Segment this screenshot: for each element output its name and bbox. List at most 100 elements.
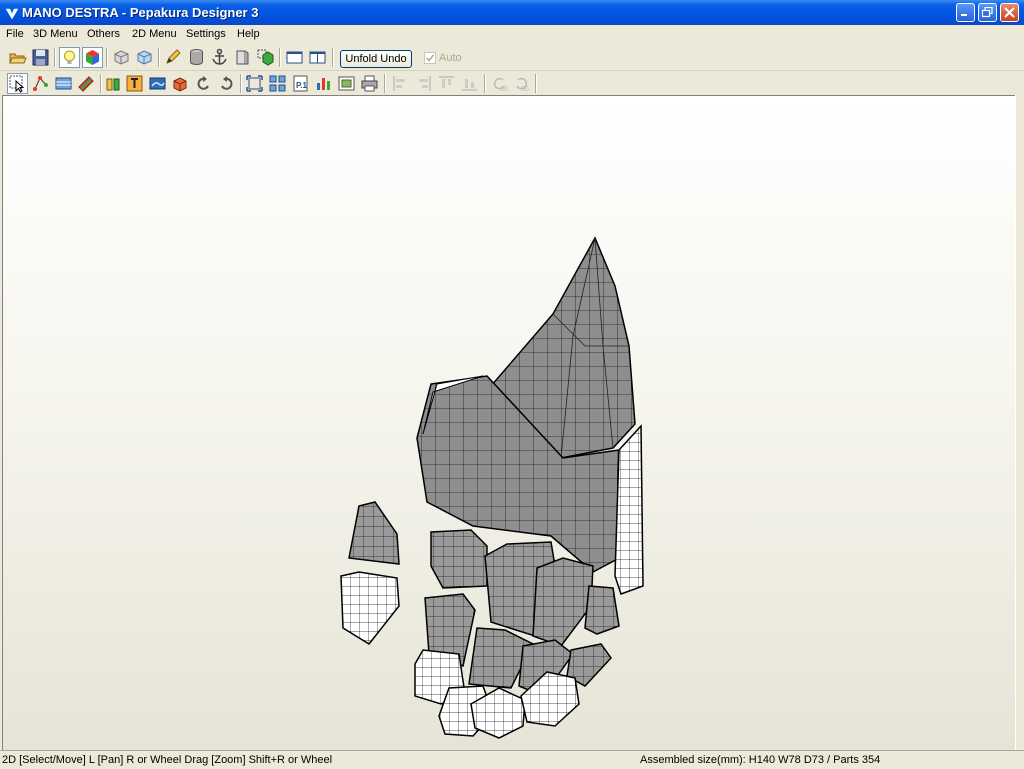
cube-button[interactable] xyxy=(255,47,276,68)
texture-button[interactable] xyxy=(82,47,103,68)
anchor-button[interactable] xyxy=(209,47,230,68)
toolbar-separator xyxy=(54,48,56,67)
maximize-button[interactable] xyxy=(978,3,997,22)
print-area-icon xyxy=(55,77,72,90)
toolbar-separator xyxy=(484,74,486,93)
side-view-button[interactable] xyxy=(134,47,155,68)
menu-2d[interactable]: 2D Menu xyxy=(132,28,177,40)
vertical-scrollbar[interactable] xyxy=(1015,95,1024,750)
toolbar-separator xyxy=(279,48,281,67)
single-view-icon xyxy=(286,51,303,64)
menu-3d[interactable]: 3D Menu xyxy=(33,28,78,40)
edge-button[interactable] xyxy=(232,47,253,68)
join-button[interactable] xyxy=(103,73,124,94)
minimize-button[interactable] xyxy=(956,3,975,22)
anchor-icon xyxy=(212,48,227,65)
window-title: MANO DESTRA - Pepakura Designer 3 xyxy=(22,5,259,20)
side-view-icon xyxy=(137,50,152,65)
cube-icon xyxy=(257,49,274,66)
rotate-90-right-button[interactable]: 90 xyxy=(511,73,532,94)
align-center-icon xyxy=(419,76,431,91)
restore-icon xyxy=(982,7,993,18)
hand-mesh-model[interactable] xyxy=(323,226,663,756)
cylinder-button[interactable] xyxy=(186,47,207,68)
toolbar-2d: P.1 90 90 xyxy=(0,71,1024,96)
menu-bar: File 3D Menu Others 2D Menu Settings Hel… xyxy=(0,25,1024,44)
page-icon: P.1 xyxy=(293,75,308,92)
arrange-button[interactable] xyxy=(267,73,288,94)
align-top-button[interactable] xyxy=(436,73,457,94)
toolbar-separator xyxy=(535,74,537,93)
rotate-icon xyxy=(221,76,233,90)
align-bottom-button[interactable] xyxy=(459,73,480,94)
fit-icon xyxy=(246,75,263,92)
edge-icon xyxy=(236,50,249,65)
photo-icon xyxy=(338,76,355,91)
menu-others[interactable]: Others xyxy=(87,28,120,40)
auto-checkbox[interactable] xyxy=(424,52,436,64)
pencil-button[interactable] xyxy=(163,47,184,68)
page-button[interactable]: P.1 xyxy=(290,73,311,94)
rotate-back-icon xyxy=(197,76,209,90)
align-center-button[interactable] xyxy=(413,73,434,94)
light-button[interactable] xyxy=(59,47,80,68)
app-icon[interactable] xyxy=(4,5,20,21)
print-area-button[interactable] xyxy=(53,73,74,94)
save-button[interactable] xyxy=(30,47,51,68)
split-view-button[interactable] xyxy=(307,47,328,68)
photo-button[interactable] xyxy=(336,73,357,94)
single-view-button[interactable] xyxy=(284,47,305,68)
toolbar-separator xyxy=(100,74,102,93)
edge-edit-button[interactable] xyxy=(30,73,51,94)
3d-viewport[interactable] xyxy=(2,95,1015,750)
text-icon xyxy=(126,75,143,92)
print-icon xyxy=(361,75,378,92)
rotate-90-left-icon: 90 xyxy=(493,77,508,93)
select-icon xyxy=(9,75,25,93)
auto-label: Auto xyxy=(439,52,462,64)
toolbar-separator xyxy=(158,48,160,67)
front-view-button[interactable] xyxy=(111,47,132,68)
toolbar-separator xyxy=(332,48,334,67)
checkmark-icon xyxy=(425,54,435,62)
rotate-90-left-button[interactable]: 90 xyxy=(489,73,510,94)
svg-text:90: 90 xyxy=(500,86,508,93)
align-bottom-icon xyxy=(462,79,477,91)
toolbar-separator xyxy=(106,48,108,67)
select-button[interactable] xyxy=(7,73,28,94)
pencil-icon xyxy=(166,49,181,64)
close-icon xyxy=(1004,7,1015,18)
status-bar: 2D [Select/Move] L [Pan] R or Wheel Drag… xyxy=(0,750,1024,769)
title-bar[interactable]: MANO DESTRA - Pepakura Designer 3 xyxy=(0,0,1024,25)
edit-button[interactable] xyxy=(76,73,97,94)
menu-settings[interactable]: Settings xyxy=(186,28,226,40)
menu-file[interactable]: File xyxy=(6,28,24,40)
rotate-90-right-icon: 90 xyxy=(516,77,529,93)
text-button[interactable] xyxy=(124,73,145,94)
save-icon xyxy=(32,49,49,66)
svg-text:90: 90 xyxy=(521,86,529,93)
unfold-undo-button[interactable]: Unfold Undo xyxy=(340,50,412,68)
minimize-icon xyxy=(961,14,967,16)
close-button[interactable] xyxy=(1000,3,1019,22)
toolbar-separator xyxy=(384,74,386,93)
svg-text:P.1: P.1 xyxy=(296,81,308,90)
rotate-back-button[interactable] xyxy=(193,73,214,94)
open-button[interactable] xyxy=(7,47,28,68)
rotate-button[interactable] xyxy=(216,73,237,94)
align-left-button[interactable] xyxy=(390,73,411,94)
unfold-button[interactable] xyxy=(170,73,191,94)
menu-help[interactable]: Help xyxy=(237,28,260,40)
image-icon xyxy=(149,77,166,90)
open-icon xyxy=(9,53,27,64)
chart-icon xyxy=(317,78,330,90)
status-hint: 2D [Select/Move] L [Pan] R or Wheel Drag… xyxy=(2,754,333,766)
print-button[interactable] xyxy=(359,73,380,94)
chart-button[interactable] xyxy=(313,73,334,94)
fit-button[interactable] xyxy=(244,73,265,94)
image-button[interactable] xyxy=(147,73,168,94)
split-view-icon xyxy=(309,51,326,64)
align-left-icon xyxy=(393,76,405,91)
unfold-icon xyxy=(173,77,187,92)
status-assembled-size: Assembled size(mm): H140 W78 D73 / Parts… xyxy=(640,754,881,766)
